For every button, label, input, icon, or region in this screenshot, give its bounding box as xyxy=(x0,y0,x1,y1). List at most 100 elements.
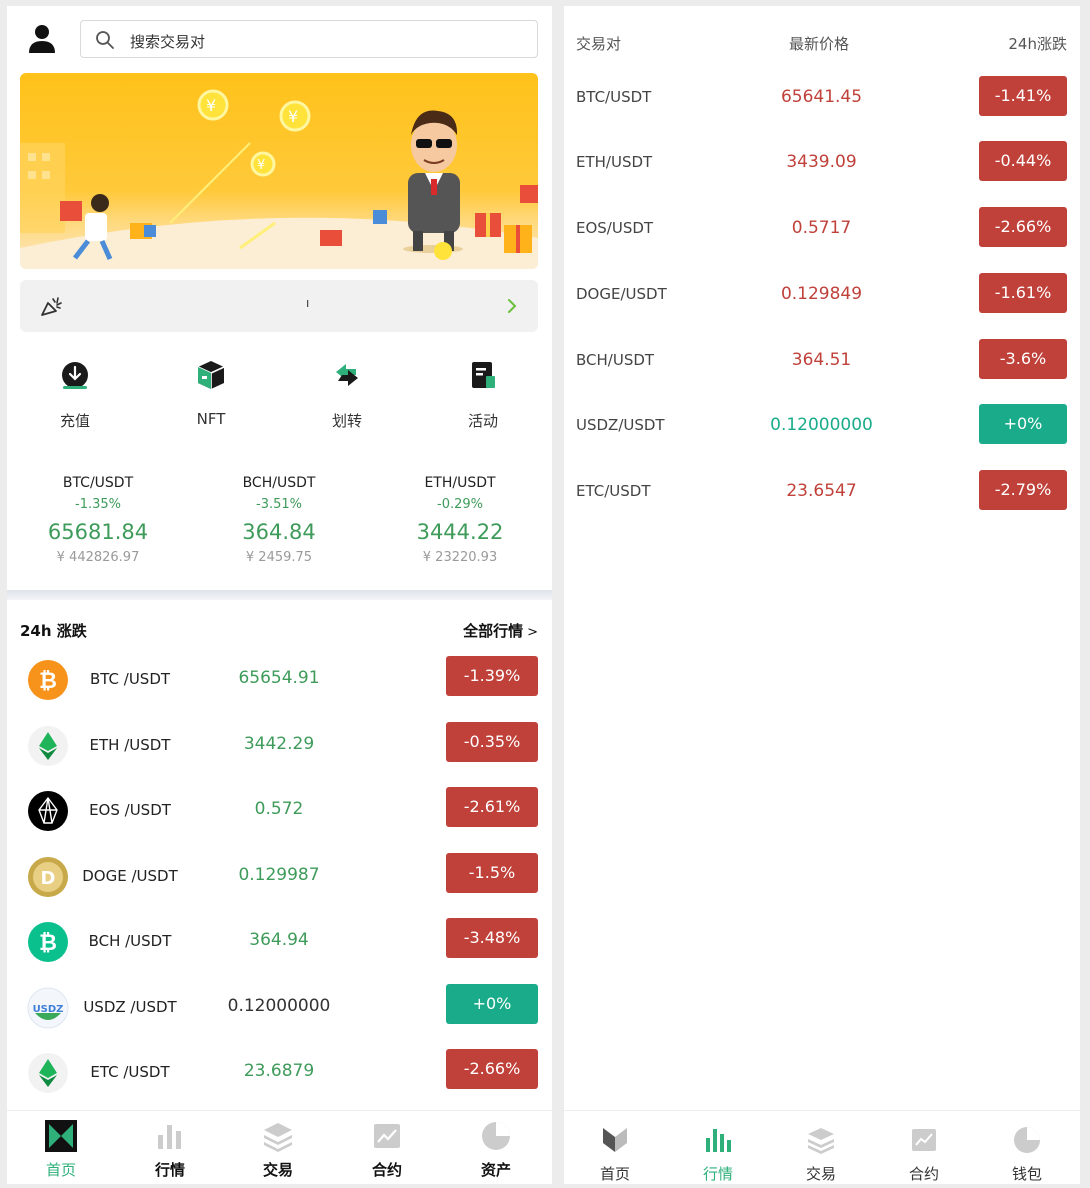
change-badge: -3.6% xyxy=(979,339,1067,379)
announcement-bar[interactable]: ı xyxy=(20,280,538,332)
nav-wallet[interactable]: 钱包 xyxy=(982,1125,1072,1184)
transfer-icon xyxy=(336,364,358,386)
home-logo-icon xyxy=(45,1120,77,1152)
bottom-nav: 首页 行情 交易 合约 xyxy=(564,1110,1080,1184)
market-pair: ETH/USDT xyxy=(576,153,653,171)
market-row[interactable]: EOS /USDT 0.572 -2.61% xyxy=(7,781,552,839)
change-badge: -1.5% xyxy=(446,853,538,893)
nav-home[interactable]: 首页 xyxy=(16,1119,106,1180)
market-price: 23.6879 xyxy=(243,1061,315,1081)
megaphone-icon xyxy=(41,297,62,316)
quick-action-transfer[interactable]: 划转 xyxy=(307,358,387,431)
market-list-row[interactable]: ETC/USDT 23.6547 -2.79% xyxy=(564,460,1080,522)
ticker-card[interactable]: BTC/USDT -1.35% 65681.84 ¥ 442826.97 xyxy=(18,475,178,565)
ticker-cny-value: ¥ 442826.97 xyxy=(56,550,140,565)
market-row[interactable]: D DOGE /USDT 0.129987 -1.5% xyxy=(7,847,552,905)
market-list-row[interactable]: BCH/USDT 364.51 -3.6% xyxy=(564,329,1080,391)
nav-market[interactable]: 行情 xyxy=(673,1125,763,1184)
market-list-row[interactable]: BTC/USDT 65641.45 -1.41% xyxy=(564,66,1080,128)
ticker-card[interactable]: BCH/USDT -3.51% 364.84 ¥ 2459.75 xyxy=(199,475,359,565)
nav-label: 交易 xyxy=(262,1161,293,1179)
trend-chart-icon xyxy=(912,1129,936,1151)
search-icon xyxy=(96,31,114,49)
user-icon[interactable] xyxy=(28,24,56,54)
nav-label: 行情 xyxy=(702,1165,733,1183)
home-logo-icon xyxy=(603,1128,627,1152)
usdz-icon: USDZ xyxy=(27,987,69,1029)
change-badge: -0.44% xyxy=(979,141,1067,181)
nav-label: 首页 xyxy=(45,1161,76,1179)
search-input[interactable]: 搜索交易对 xyxy=(80,20,538,58)
market-pair: BTC /USDT xyxy=(89,670,171,688)
market-pair: ETC /USDT xyxy=(90,1063,170,1081)
market-list-row[interactable]: USDZ/USDT 0.12000000 +0% xyxy=(564,394,1080,456)
nav-assets[interactable]: 资产 xyxy=(451,1119,541,1180)
svg-text:₿: ₿ xyxy=(39,931,57,956)
nav-home[interactable]: 首页 xyxy=(570,1125,660,1184)
market-pair: DOGE /USDT xyxy=(82,867,178,885)
nav-label: 交易 xyxy=(805,1165,836,1183)
market-price: 0.12000000 xyxy=(770,415,873,435)
change-badge: -1.39% xyxy=(446,656,538,696)
ticker-cny-value: ¥ 2459.75 xyxy=(245,550,313,565)
market-pair: USDZ/USDT xyxy=(576,416,665,434)
market-list-row[interactable]: DOGE/USDT 0.129849 -1.61% xyxy=(564,263,1080,325)
nav-contract[interactable]: 合约 xyxy=(342,1119,432,1180)
market-price: 65654.91 xyxy=(238,668,320,688)
quick-action-label: 活动 xyxy=(467,412,498,430)
ticker-price: 364.84 xyxy=(242,520,316,544)
ticker-price: 3444.22 xyxy=(416,520,504,544)
banner-illustration: ¥ ¥ ¥ xyxy=(20,89,538,269)
market-list-row[interactable]: ETH/USDT 3439.09 -0.44% xyxy=(564,131,1080,193)
all-markets-label: 全部行情 xyxy=(463,622,524,640)
nft-box-icon xyxy=(197,361,225,389)
quick-action-label: 划转 xyxy=(331,412,362,430)
chevron-right-icon: > xyxy=(527,625,538,640)
market-pair: BCH /USDT xyxy=(88,932,172,950)
market-list-row[interactable]: EOS/USDT 0.5717 -2.66% xyxy=(564,197,1080,259)
market-row[interactable]: ₿ BCH /USDT 364.94 -3.48% xyxy=(7,912,552,970)
nav-label: 资产 xyxy=(480,1161,511,1179)
svg-text:¥: ¥ xyxy=(206,96,216,115)
quick-action-label: NFT xyxy=(196,410,226,428)
promo-banner[interactable]: ¥ ¥ ¥ xyxy=(20,73,538,269)
nav-label: 合约 xyxy=(908,1165,939,1183)
nav-contract[interactable]: 合约 xyxy=(879,1125,969,1184)
market-row[interactable]: ETC /USDT 23.6879 -2.66% xyxy=(7,1043,552,1101)
quick-action-deposit[interactable]: 充值 xyxy=(35,358,115,431)
quick-action-activity[interactable]: 活动 xyxy=(443,358,523,431)
nav-label: 首页 xyxy=(599,1165,630,1183)
market-price: 3442.29 xyxy=(243,734,315,754)
activity-icon xyxy=(472,362,495,388)
market-row[interactable]: ETH /USDT 3442.29 -0.35% xyxy=(7,716,552,774)
ticker-change: -0.29% xyxy=(437,497,483,512)
nav-label: 行情 xyxy=(154,1161,185,1179)
change-badge: +0% xyxy=(979,404,1067,444)
ethereum-icon xyxy=(28,726,68,766)
market-row[interactable]: USDZ USDZ /USDT 0.12000000 +0% xyxy=(7,978,552,1036)
market-price: 0.12000000 xyxy=(227,996,331,1016)
bitcoin-cash-icon: ₿ xyxy=(28,922,68,962)
market-row[interactable]: ₿ BTC /USDT 65654.91 -1.39% xyxy=(7,650,552,708)
change-badge: -2.79% xyxy=(979,470,1067,510)
market-pair: EOS /USDT xyxy=(89,801,171,819)
nav-trade[interactable]: 交易 xyxy=(776,1125,866,1184)
market-price: 23.6547 xyxy=(786,481,857,501)
market-price: 65641.45 xyxy=(780,87,863,107)
all-markets-link[interactable]: 全部行情 > xyxy=(463,620,538,641)
svg-text:USDZ: USDZ xyxy=(33,1004,64,1015)
ethereum-classic-icon xyxy=(28,1053,68,1093)
market-section-title: 24h 涨跌 xyxy=(20,622,87,640)
ticker-card[interactable]: ETH/USDT -0.29% 3444.22 ¥ 23220.93 xyxy=(380,475,540,565)
section-divider xyxy=(7,590,552,600)
quick-action-nft[interactable]: NFT xyxy=(171,358,251,428)
market-pair: USDZ /USDT xyxy=(83,998,177,1016)
search-placeholder: 搜索交易对 xyxy=(130,33,206,51)
market-pair: EOS/USDT xyxy=(576,219,654,237)
svg-text:D: D xyxy=(41,868,56,889)
nav-market[interactable]: 行情 xyxy=(125,1119,215,1180)
nav-trade[interactable]: 交易 xyxy=(233,1119,323,1180)
ticker-change: -1.35% xyxy=(75,497,121,512)
ticker-pair: BCH/USDT xyxy=(242,475,316,491)
chevron-right-icon[interactable] xyxy=(506,298,518,314)
